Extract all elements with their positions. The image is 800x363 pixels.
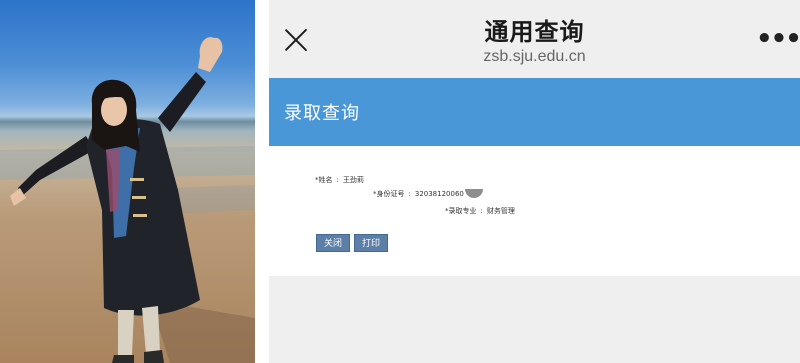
name-separator: : (336, 176, 339, 184)
page-title: 通用查询 (484, 18, 585, 46)
browser-top-bar: 通用查询 zsb.sju.edu.cn ••• (269, 0, 800, 78)
panel-divider (255, 0, 269, 363)
major-separator: : (480, 207, 483, 215)
page-url: zsb.sju.edu.cn (483, 48, 586, 65)
print-button[interactable]: 打印 (354, 234, 388, 252)
more-icon[interactable]: ••• (756, 26, 800, 52)
major-field: *录取专业: 财务管理 (445, 206, 515, 216)
name-field: *姓名: 王劲莉 (315, 175, 364, 185)
name-value: 王劲莉 (342, 176, 364, 184)
section-header-title: 录取查询 (284, 103, 360, 124)
id-number-field: *身份证号:32038120060 (373, 189, 483, 199)
name-label: *姓名 (315, 176, 333, 184)
close-button[interactable]: 关闭 (316, 234, 350, 252)
major-label: *录取专业 (445, 207, 477, 215)
admission-result-card: *姓名: 王劲莉 *身份证号:32038120060 *录取专业: 财务管理 关闭 … (269, 146, 800, 276)
id-number-value: 32038120060 (414, 190, 464, 198)
major-value: 财务管理 (486, 207, 515, 215)
beach-photo-illustration (0, 37, 255, 363)
beach-photo (0, 0, 255, 363)
redaction-mark (464, 189, 483, 198)
mobile-browser-screen: 通用查询 zsb.sju.edu.cn ••• 录取查询 *姓名: 王劲莉 *身份… (269, 0, 800, 363)
id-number-separator: : (408, 190, 411, 198)
section-header: 录取查询 (269, 78, 800, 146)
id-number-label: *身份证号 (373, 190, 405, 198)
